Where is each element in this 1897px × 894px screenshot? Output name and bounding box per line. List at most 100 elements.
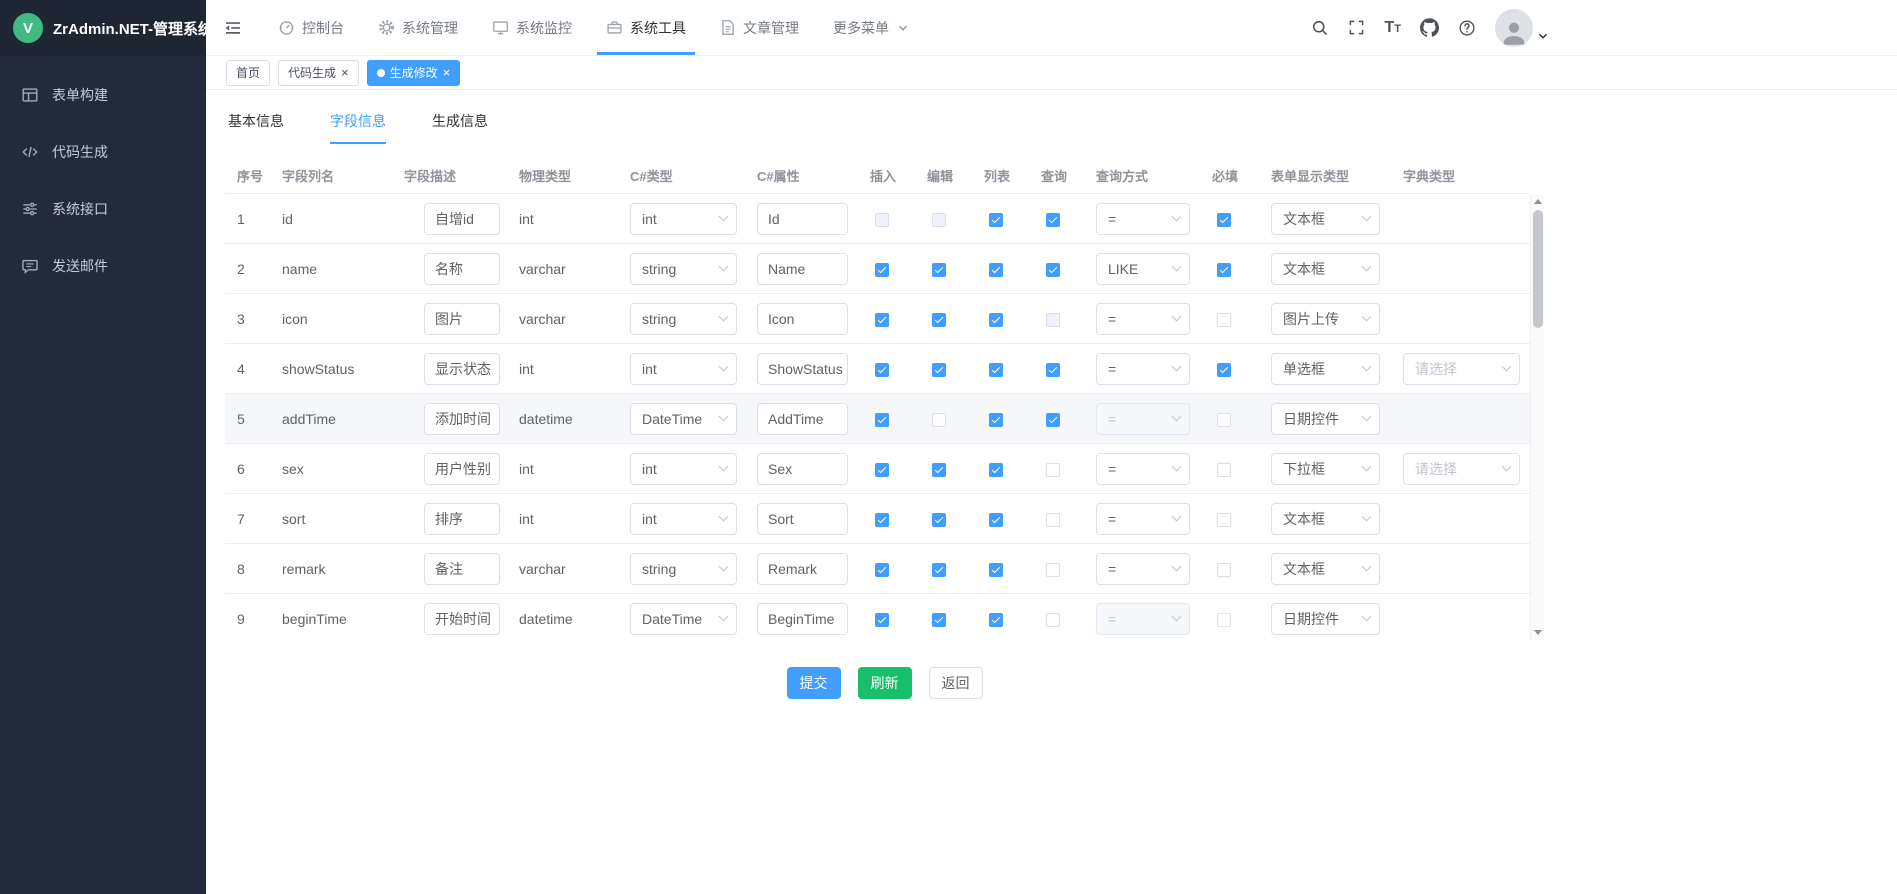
query-checkbox[interactable] [1046,613,1060,627]
query-mode-select[interactable]: = [1096,603,1190,635]
required-checkbox[interactable] [1217,463,1231,477]
nav-item-system-monitor[interactable]: 系统监控 [475,0,589,55]
cs-prop-input[interactable]: ShowStatus [757,353,848,385]
insert-checkbox[interactable] [875,513,889,527]
required-checkbox[interactable] [1217,513,1231,527]
required-checkbox[interactable] [1217,413,1231,427]
close-icon[interactable]: × [341,66,349,79]
scroll-down-arrow-icon[interactable] [1534,630,1542,635]
query-checkbox[interactable] [1046,413,1060,427]
insert-checkbox[interactable] [875,613,889,627]
query-mode-select[interactable]: = [1096,403,1190,435]
query-checkbox[interactable] [1046,563,1060,577]
query-checkbox[interactable] [1046,213,1060,227]
field-desc-input[interactable]: 名称 [424,253,500,285]
search-icon[interactable] [1311,19,1329,37]
cs-prop-input[interactable]: Sex [757,453,848,485]
user-avatar-menu[interactable] [1495,9,1548,47]
nav-item-system-manage[interactable]: 系统管理 [361,0,475,55]
cs-prop-input[interactable]: BeginTime [757,603,848,635]
field-desc-input[interactable]: 自增id [424,203,500,235]
cs-prop-input[interactable]: Name [757,253,848,285]
query-checkbox[interactable] [1046,363,1060,377]
fullscreen-icon[interactable] [1348,19,1365,36]
tag-code-gen[interactable]: 代码生成× [278,60,359,86]
tag-home[interactable]: 首页 [226,60,270,86]
nav-item-more-menu[interactable]: 更多菜单 [816,0,925,55]
tab-gen-info[interactable]: 生成信息 [432,111,488,144]
query-checkbox[interactable] [1046,263,1060,277]
back-button[interactable]: 返回 [929,667,983,699]
edit-checkbox[interactable] [932,463,946,477]
query-mode-select[interactable]: = [1096,303,1190,335]
display-type-select[interactable]: 文本框 [1271,503,1380,535]
query-checkbox[interactable] [1046,513,1060,527]
display-type-select[interactable]: 文本框 [1271,203,1380,235]
list-checkbox[interactable] [989,563,1003,577]
insert-checkbox[interactable] [875,563,889,577]
list-checkbox[interactable] [989,463,1003,477]
sidebar-item-send-mail[interactable]: 发送邮件 [0,237,206,294]
display-type-select[interactable]: 单选框 [1271,353,1380,385]
tab-field-info[interactable]: 字段信息 [330,111,386,144]
insert-checkbox[interactable] [875,363,889,377]
edit-checkbox[interactable] [932,613,946,627]
dict-type-select[interactable]: 请选择 [1403,353,1520,385]
list-checkbox[interactable] [989,313,1003,327]
cs-prop-input[interactable]: Icon [757,303,848,335]
edit-checkbox[interactable] [932,563,946,577]
font-size-icon[interactable]: TT [1384,19,1401,37]
field-desc-input[interactable]: 用户性别 [424,453,500,485]
sidebar-item-form-build[interactable]: 表单构建 [0,66,206,123]
nav-item-system-tools[interactable]: 系统工具 [589,0,703,55]
edit-checkbox[interactable] [932,263,946,277]
app-logo[interactable]: V ZrAdmin.NET-管理系统 [0,0,206,56]
required-checkbox[interactable] [1217,263,1231,277]
insert-checkbox[interactable] [875,313,889,327]
tab-basic-info[interactable]: 基本信息 [228,111,284,144]
required-checkbox[interactable] [1217,613,1231,627]
cs-type-select[interactable]: int [630,453,737,485]
cs-type-select[interactable]: string [630,253,737,285]
required-checkbox[interactable] [1217,363,1231,377]
field-desc-input[interactable]: 备注 [424,553,500,585]
cs-type-select[interactable]: int [630,203,737,235]
query-checkbox[interactable] [1046,463,1060,477]
edit-checkbox[interactable] [932,363,946,377]
display-type-select[interactable]: 文本框 [1271,553,1380,585]
refresh-button[interactable]: 刷新 [858,667,912,699]
cs-prop-input[interactable]: Remark [757,553,848,585]
cs-prop-input[interactable]: AddTime [757,403,848,435]
field-desc-input[interactable]: 添加时间 [424,403,500,435]
query-mode-select[interactable]: = [1096,553,1190,585]
nav-item-article-manage[interactable]: 文章管理 [703,0,816,55]
field-desc-input[interactable]: 排序 [424,503,500,535]
query-mode-select[interactable]: = [1096,503,1190,535]
cs-type-select[interactable]: DateTime [630,603,737,635]
help-icon[interactable] [1458,19,1476,37]
list-checkbox[interactable] [989,263,1003,277]
cs-type-select[interactable]: int [630,503,737,535]
edit-checkbox[interactable] [932,513,946,527]
insert-checkbox[interactable] [875,413,889,427]
list-checkbox[interactable] [989,513,1003,527]
required-checkbox[interactable] [1217,313,1231,327]
submit-button[interactable]: 提交 [787,667,841,699]
query-mode-select[interactable]: = [1096,203,1190,235]
field-desc-input[interactable]: 显示状态 [424,353,500,385]
dict-type-select[interactable]: 请选择 [1403,453,1520,485]
close-icon[interactable]: × [443,66,451,79]
fold-icon[interactable] [223,18,243,38]
display-type-select[interactable]: 日期控件 [1271,403,1380,435]
list-checkbox[interactable] [989,213,1003,227]
cs-prop-input[interactable]: Id [757,203,848,235]
field-desc-input[interactable]: 图片 [424,303,500,335]
github-icon[interactable] [1420,18,1439,37]
field-desc-input[interactable]: 开始时间 [424,603,500,635]
nav-item-console[interactable]: 控制台 [261,0,361,55]
cs-type-select[interactable]: DateTime [630,403,737,435]
required-checkbox[interactable] [1217,563,1231,577]
list-checkbox[interactable] [989,613,1003,627]
sidebar-item-code-gen[interactable]: 代码生成 [0,123,206,180]
query-mode-select[interactable]: = [1096,353,1190,385]
